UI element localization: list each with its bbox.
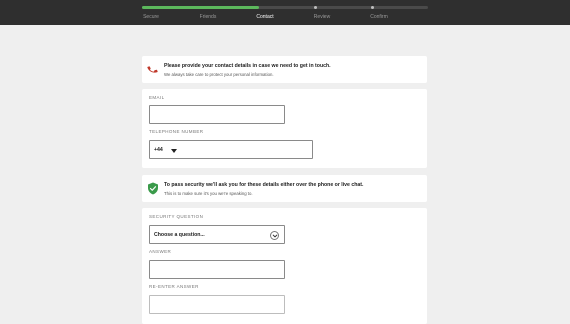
security-notice-card: To pass security we'll ask you for these…	[142, 175, 427, 202]
step-dot-review	[314, 6, 317, 9]
progress-fill	[142, 6, 260, 9]
country-code[interactable]: +44	[154, 147, 163, 153]
step-secure: Secure	[143, 14, 159, 20]
step-dot-confirm	[371, 6, 374, 9]
security-notice-title: To pass security we'll ask you for these…	[164, 182, 364, 188]
security-question-label: SECURITY QUESTION	[149, 214, 204, 219]
reenter-answer-field[interactable]	[149, 295, 285, 314]
contact-notice-subtitle: We always take care to protect your pers…	[164, 72, 274, 77]
contact-notice-title: Please provide your contact details in c…	[164, 63, 331, 69]
step-confirm: Confirm	[370, 14, 388, 20]
telephone-label: TELEPHONE NUMBER	[149, 129, 204, 134]
security-notice-subtitle: This is to make sure it's you we're spea…	[164, 191, 253, 196]
security-question-value: Choose a question...	[154, 232, 205, 238]
shield-check-icon	[148, 182, 158, 195]
phone-icon	[147, 66, 158, 73]
answer-label: ANSWER	[149, 249, 172, 254]
security-form-card: SECURITY QUESTION Choose a question... A…	[142, 208, 427, 324]
chevron-down-icon[interactable]	[270, 231, 279, 240]
step-friends: Friends	[199, 14, 217, 20]
telephone-field[interactable]: +44	[149, 140, 313, 159]
contact-notice-card: Please provide your contact details in c…	[142, 56, 427, 83]
progress-track	[142, 6, 428, 9]
progress-header: Secure Friends Contact Review Confirm	[0, 0, 570, 25]
contact-form-card: EMAIL TELEPHONE NUMBER +44	[142, 89, 427, 168]
reenter-answer-label: RE-ENTER ANSWER	[149, 284, 199, 289]
email-label: EMAIL	[149, 95, 165, 100]
step-review: Review	[313, 14, 331, 20]
step-contact: Contact	[256, 14, 274, 20]
caret-down-icon[interactable]	[171, 149, 177, 153]
email-field[interactable]	[149, 105, 285, 124]
security-question-select[interactable]: Choose a question...	[149, 225, 285, 244]
answer-field[interactable]	[149, 260, 285, 279]
